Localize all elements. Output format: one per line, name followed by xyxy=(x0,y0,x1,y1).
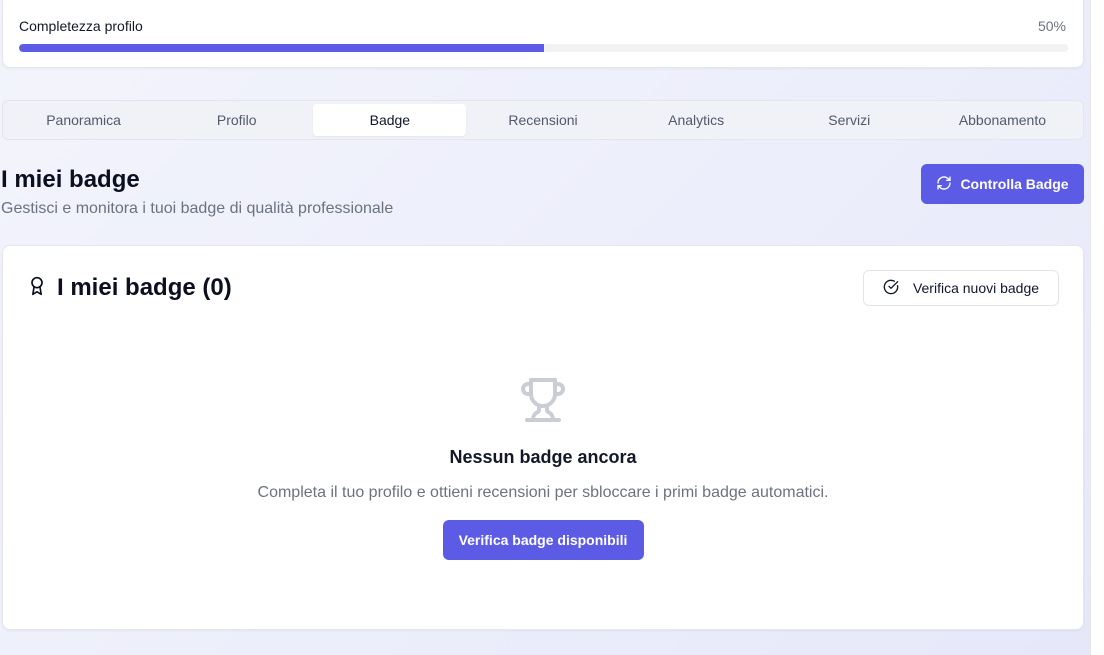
scrollbar-area[interactable] xyxy=(1090,0,1104,655)
card-header: I miei badge (0) xyxy=(27,274,232,302)
circle-check-icon xyxy=(883,279,899,298)
verify-new-badges-button[interactable]: Verifica nuovi badge xyxy=(863,270,1059,306)
empty-state: Nessun badge ancora Completa il tuo prof… xyxy=(3,376,1083,560)
page-title: I miei badge xyxy=(1,166,140,193)
tab-profilo[interactable]: Profilo xyxy=(160,104,313,136)
trophy-icon xyxy=(519,376,567,429)
check-badges-label: Controlla Badge xyxy=(960,176,1069,192)
progress-bar xyxy=(19,44,1068,52)
progress-bar-fill xyxy=(19,44,544,52)
tab-recensioni[interactable]: Recensioni xyxy=(466,104,619,136)
empty-state-title: Nessun badge ancora xyxy=(449,447,637,467)
empty-state-text: Completa il tuo profilo e ottieni recens… xyxy=(257,484,829,501)
refresh-icon xyxy=(936,175,952,194)
card-title: I miei badge (0) xyxy=(57,274,232,301)
tab-servizi[interactable]: Servizi xyxy=(773,104,926,136)
profile-completeness-card: Completezza profilo 50% xyxy=(2,0,1084,68)
tab-badge[interactable]: Badge xyxy=(313,104,467,136)
progress-percent: 50% xyxy=(1037,18,1066,34)
progress-label: Completezza profilo xyxy=(19,18,143,34)
verify-new-badges-label: Verifica nuovi badge xyxy=(912,280,1040,296)
verify-available-badges-button[interactable]: Verifica badge disponibili xyxy=(442,520,644,560)
tab-list: Panoramica Profilo Badge Recensioni Anal… xyxy=(2,100,1084,140)
check-badges-button[interactable]: Controlla Badge xyxy=(921,164,1084,204)
badges-card: I miei badge (0) Verifica nuovi badge Ne… xyxy=(2,245,1084,630)
page-subtitle: Gestisci e monitora i tuoi badge di qual… xyxy=(1,200,394,217)
tab-abbonamento[interactable]: Abbonamento xyxy=(926,104,1079,136)
tab-panoramica[interactable]: Panoramica xyxy=(7,104,160,136)
tab-analytics[interactable]: Analytics xyxy=(620,104,773,136)
award-icon xyxy=(27,276,47,301)
